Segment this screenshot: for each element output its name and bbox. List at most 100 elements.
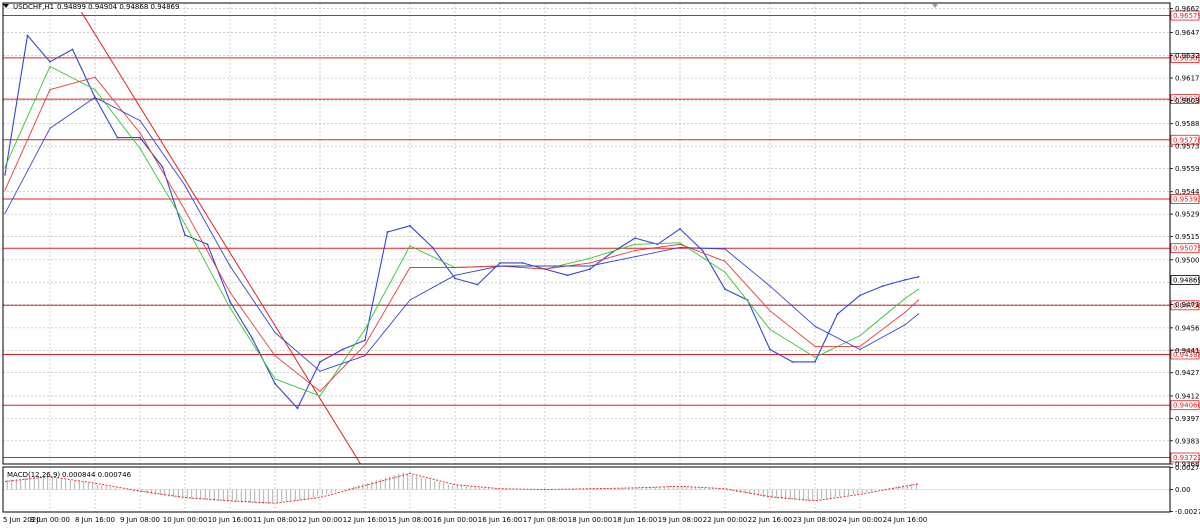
y-tick-label: 0.94415	[1175, 347, 1200, 355]
price-point	[634, 237, 636, 240]
price-point	[71, 48, 74, 51]
ma-fast-point	[589, 257, 591, 259]
ma-slow-point	[859, 348, 861, 351]
ma-mid-point	[49, 89, 51, 91]
price-point	[521, 261, 524, 264]
price-point	[701, 249, 704, 252]
ma-mid-point	[814, 345, 816, 348]
x-tick-label: 18 Jun 00:00	[568, 516, 612, 524]
ma-slow-point	[94, 96, 96, 98]
price-point	[589, 268, 591, 270]
price-point	[49, 60, 51, 63]
price-point	[4, 173, 6, 176]
price-point	[881, 285, 884, 287]
ma-fast-point	[49, 65, 51, 68]
price-point	[409, 224, 411, 227]
x-tick-label: 19 Jun 08:00	[658, 516, 702, 524]
ma-fast-point	[409, 245, 411, 247]
price-point	[251, 337, 254, 340]
x-tick-label: 8 Jun 00:00	[30, 516, 70, 524]
ma-fast-point	[859, 335, 861, 337]
symbol-label: USDCHF,H1	[13, 3, 54, 11]
ma-mid-point	[859, 345, 861, 348]
ma-fast-point	[814, 356, 816, 358]
price-point	[499, 261, 501, 264]
price-point	[364, 339, 366, 342]
ma-slow-point	[769, 285, 771, 287]
price-level-label: 0.95075	[1173, 245, 1200, 253]
ma-slow-point	[184, 184, 186, 187]
x-tick-label: 24 Jun 00:00	[838, 516, 882, 524]
y-tick-label: 0.93830	[1175, 437, 1200, 445]
ma-slow-point	[904, 324, 906, 326]
x-tick-label: 22 Jun 00:00	[703, 516, 747, 524]
y-tick-label: 0.95150	[1175, 233, 1200, 241]
y-tick-label: 0.94270	[1175, 369, 1200, 377]
x-tick-label: 16 Jun 00:00	[433, 516, 477, 524]
ma-mid-point	[917, 299, 920, 301]
ma-fast-point	[679, 242, 681, 244]
ma-fast-point	[634, 243, 636, 245]
ma-slow-point	[274, 331, 276, 334]
ma-mid-point	[724, 260, 726, 262]
ma-slow-point	[139, 119, 141, 122]
ma-fast-point	[724, 271, 726, 273]
ma-slow-point	[724, 248, 726, 250]
chart-window: 0.96579 0.96305 0.96039 0.95776 0.95393 0.950…	[0, 0, 1200, 527]
ohlc-readout: 0.94899 0.94904 0.94868 0.94869	[57, 3, 179, 11]
price-point	[184, 234, 186, 236]
macd-y-tick-label: -0.002746	[1175, 508, 1200, 516]
ma-mid-point	[229, 291, 231, 293]
ma-slow-point	[499, 265, 501, 267]
price-point	[814, 360, 816, 363]
x-tick-label: 15 Jun 08:00	[388, 516, 432, 524]
ma-mid-point	[589, 262, 591, 264]
ma-fast-point	[94, 89, 96, 91]
ma-fast-point	[184, 223, 186, 225]
price-chart: 0.965790.963050.960390.957760.953930.950…	[0, 0, 1200, 527]
y-tick-label: 0.95880	[1175, 120, 1200, 128]
ma-mid-point	[139, 132, 141, 134]
x-tick-label: 10 Jun 16:00	[208, 516, 252, 524]
ma-slow-point	[364, 355, 366, 357]
ma-mid-point	[364, 344, 366, 346]
ma-slow-point	[917, 313, 920, 315]
ma-fast-point	[917, 288, 920, 290]
ma-slow-point	[679, 246, 681, 249]
x-tick-label: 17 Jun 08:00	[523, 516, 567, 524]
y-tick-label: 0.94120	[1175, 392, 1200, 400]
x-tick-label: 12 Jun 16:00	[343, 516, 387, 524]
y-tick-label: 0.96030	[1175, 97, 1200, 105]
price-point	[296, 407, 299, 410]
ma-mid-point	[904, 311, 906, 313]
ma-mid-point	[94, 76, 96, 78]
price-level-label: 0.96579	[1173, 12, 1200, 20]
price-point	[26, 34, 29, 37]
macd-label: MACD(12,26,9)	[7, 471, 60, 479]
price-point	[139, 136, 141, 139]
ma-mid-point	[679, 243, 681, 245]
y-tick-label: 0.95735	[1175, 143, 1200, 151]
ma-mid-point	[634, 249, 636, 252]
price-point	[229, 300, 231, 303]
y-tick-label: 0.96175	[1175, 75, 1200, 83]
ma-slow-point	[229, 265, 231, 267]
y-tick-label: 0.94710	[1175, 301, 1200, 309]
x-tick-label: 9 Jun 08:00	[120, 516, 160, 524]
ma-mid-point	[4, 189, 6, 191]
price-point	[161, 166, 164, 168]
ma-slow-point	[319, 370, 321, 372]
price-point	[791, 360, 794, 363]
price-point	[116, 136, 119, 139]
ma-slow-point	[49, 127, 51, 129]
ma-fast-point	[229, 307, 231, 309]
ma-mid-point	[769, 310, 771, 312]
price-level-label: 0.95393	[1173, 196, 1200, 204]
ma-slow-point	[454, 274, 456, 276]
y-tick-label: 0.93975	[1175, 415, 1200, 423]
ma-slow-point	[409, 299, 411, 301]
y-tick-label: 0.95440	[1175, 188, 1200, 196]
price-point	[769, 348, 771, 351]
y-tick-label: 0.96320	[1175, 52, 1200, 60]
y-tick-label: 0.95000	[1175, 256, 1200, 264]
